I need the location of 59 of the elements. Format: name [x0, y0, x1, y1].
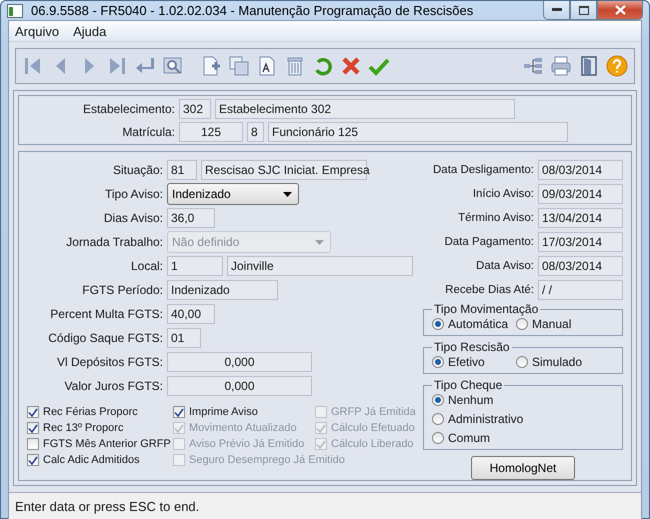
field-label: Código Saque FGTS:	[47, 331, 163, 345]
group-title: Tipo Movimentação	[433, 302, 540, 316]
text-field[interactable]: 0,000	[167, 376, 312, 396]
field-label: Data Aviso:	[475, 260, 534, 272]
field-label: Data Pagamento:	[443, 236, 534, 248]
field-label: Jornada Trabalho:	[65, 235, 163, 249]
text-field[interactable]: 40,00	[167, 304, 215, 324]
radio-option[interactable]: Automática	[432, 316, 516, 332]
field-label: Estabelecimento:	[82, 102, 175, 116]
code-field[interactable]: 302	[179, 98, 211, 118]
name-field[interactable]: Funcionário 125	[268, 122, 568, 142]
text-field[interactable]: Joinville	[227, 256, 413, 276]
field-label: Matrícula:	[121, 124, 175, 138]
text-field[interactable]: 81	[167, 160, 197, 180]
field-label: Valor Juros FGTS:	[64, 379, 163, 393]
date-field[interactable]: 08/03/2014	[538, 256, 623, 276]
date-field[interactable]: 09/03/2014	[538, 184, 623, 204]
radio-option[interactable]: Comum	[432, 430, 614, 446]
field-label: Recebe Dias Até:	[444, 284, 534, 296]
menu-item[interactable]: Ajuda	[73, 24, 106, 38]
digit-field[interactable]: 8	[247, 122, 264, 142]
text-field[interactable]: 01	[167, 328, 201, 348]
window-title: 06.9.5588 - FR5040 - 1.02.02.034 - Manutenção Programação de Rescisões	[31, 3, 474, 18]
radio-option[interactable]: Efetivo	[432, 354, 516, 370]
field-label: FGTS Período:	[81, 283, 163, 297]
group-title: Tipo Rescisão	[433, 340, 511, 354]
date-field[interactable]: 17/03/2014	[538, 232, 623, 252]
field-label: Data Desligamento:	[432, 164, 534, 176]
radio-option[interactable]: Simulado	[516, 354, 600, 370]
date-field[interactable]: / /	[538, 280, 623, 300]
checkbox[interactable]: Calc Adic Admitidos	[27, 452, 140, 468]
checkbox[interactable]: FGTS Mês Anterior GRFP	[27, 436, 171, 452]
radio-option[interactable]: Nenhum	[432, 392, 614, 408]
radio-option[interactable]: Manual	[516, 316, 600, 332]
date-field[interactable]: 13/04/2014	[538, 208, 623, 228]
dropdown[interactable]: Indenizado	[167, 183, 299, 205]
field-label: Local:	[130, 259, 163, 273]
group-title: Tipo Cheque	[433, 378, 504, 392]
field-label: Tipo Aviso:	[104, 187, 163, 201]
name-field[interactable]: Estabelecimento 302	[215, 98, 515, 118]
date-field[interactable]: 08/03/2014	[538, 160, 623, 180]
field-label: Percent Multa FGTS:	[49, 307, 163, 321]
text-field[interactable]: 1	[167, 256, 223, 276]
field-label: Dias Aviso:	[102, 211, 163, 225]
field-label: Término Aviso:	[457, 212, 534, 224]
checkbox[interactable]: Rec 13º Proporc	[27, 420, 124, 436]
homolognet-button[interactable]: HomologNet	[471, 456, 575, 480]
checkbox[interactable]: Rec Férias Proporc	[27, 404, 138, 420]
text-field[interactable]: 36,0	[167, 208, 215, 228]
code-field[interactable]: 125	[179, 122, 243, 142]
menu-item[interactable]: Arquivo	[15, 24, 60, 38]
field-label: Vl Depósitos FGTS:	[56, 355, 163, 369]
status-bar: Enter data or press ESC to end.	[9, 492, 641, 519]
text-field[interactable]: Indenizado	[167, 280, 278, 300]
radio-option[interactable]: Administrativo	[432, 411, 614, 427]
field-label: Início Aviso:	[472, 188, 534, 200]
text-field[interactable]: 0,000	[167, 352, 312, 372]
field-label: Situação:	[112, 163, 163, 177]
checkbox[interactable]: Imprime Aviso	[173, 404, 258, 420]
